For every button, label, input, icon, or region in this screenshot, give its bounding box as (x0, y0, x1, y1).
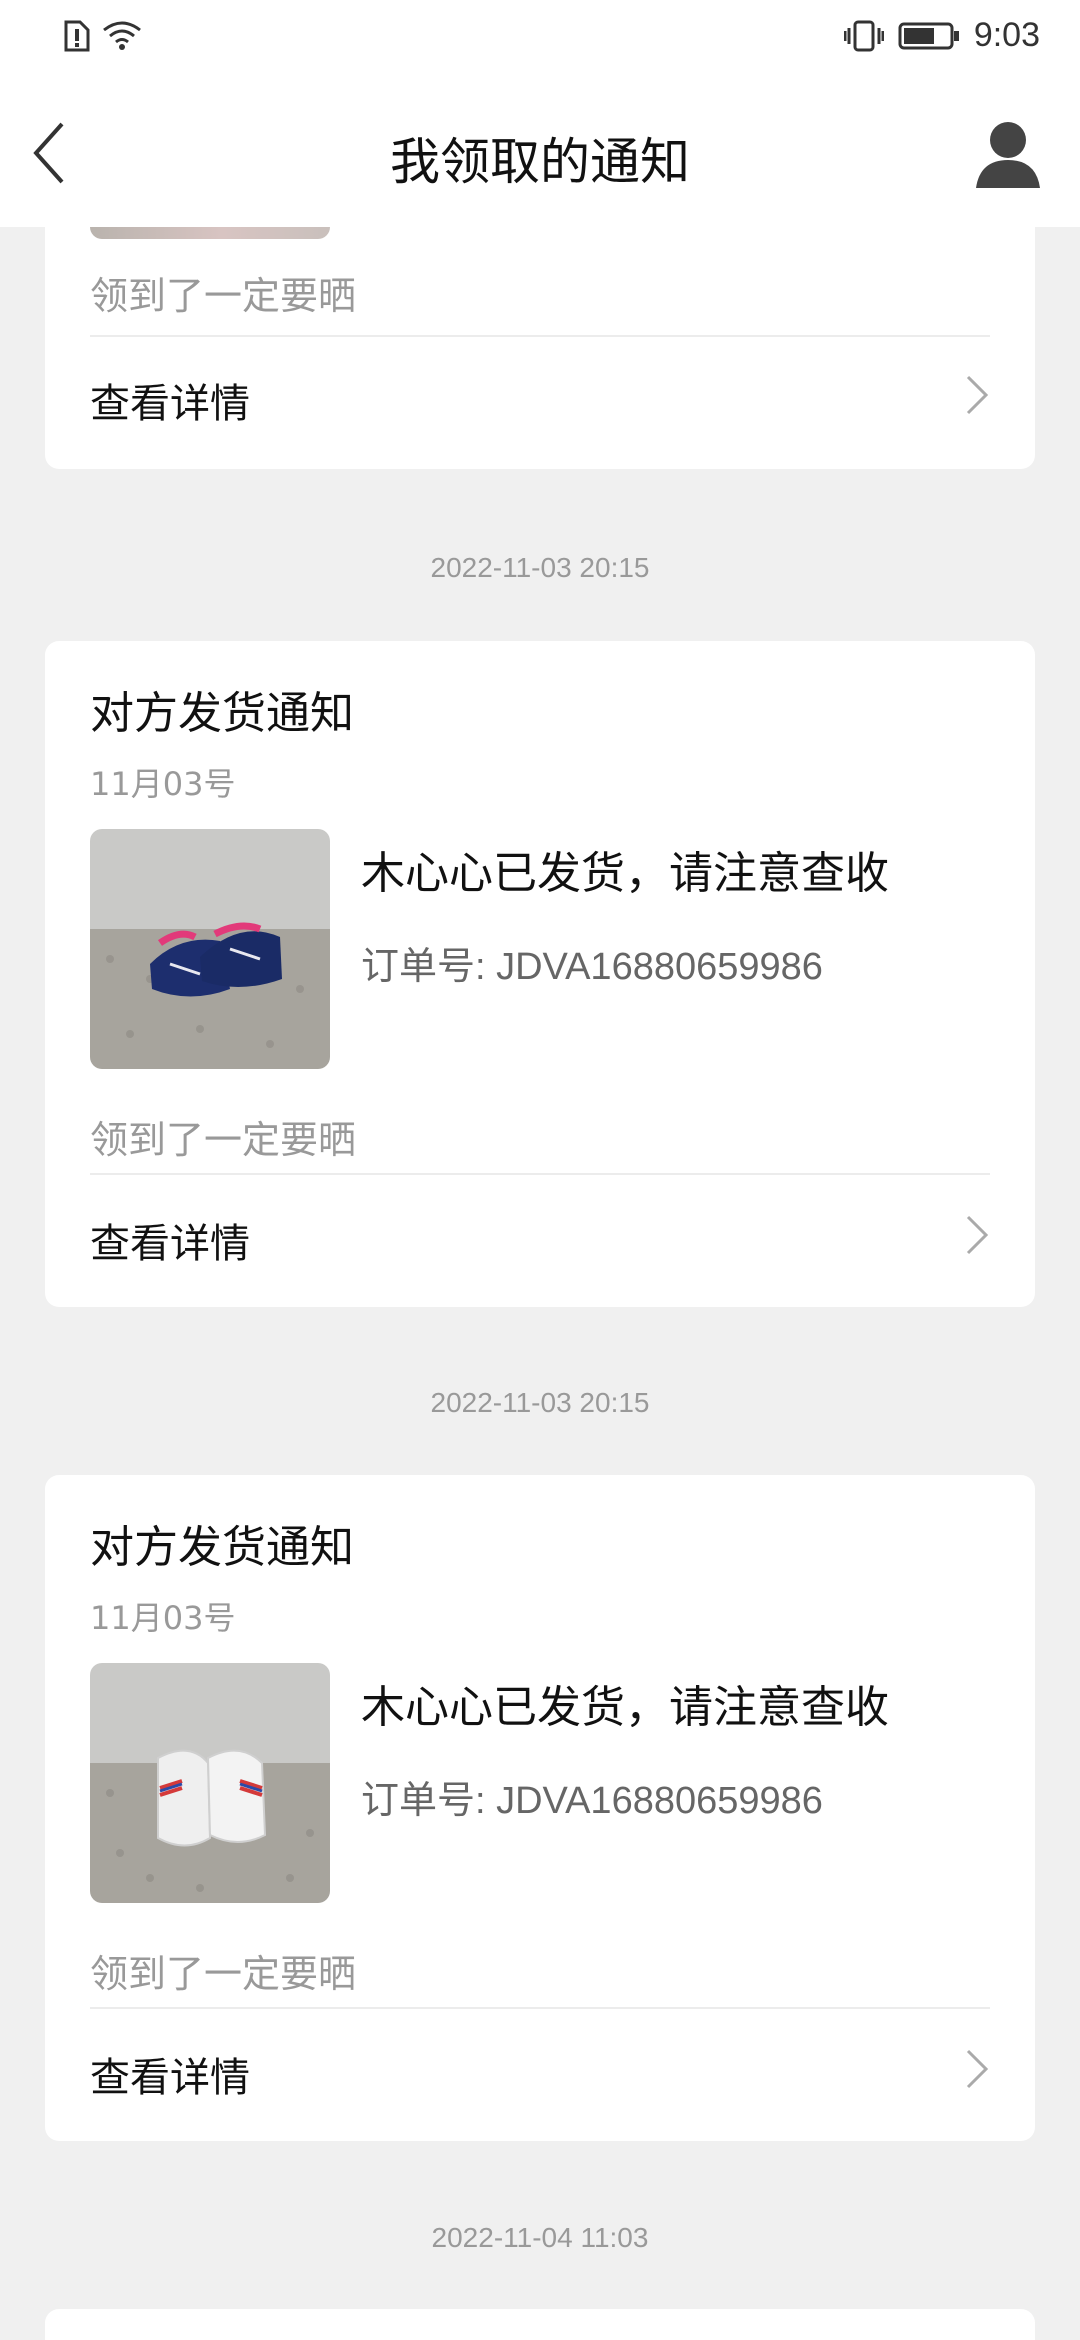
user-icon[interactable] (972, 118, 1044, 190)
battery-icon (898, 22, 959, 49)
status-time: 9:03 (973, 16, 1040, 54)
product-thumbnail[interactable] (90, 829, 330, 1069)
card-date: 11月03号 (90, 1599, 236, 1637)
page-title: 我领取的通知 (390, 133, 690, 191)
chevron-right-icon (966, 375, 989, 415)
product-thumbnail-partial[interactable] (90, 227, 330, 239)
card-date: 11月03号 (90, 765, 236, 803)
product-thumbnail[interactable] (90, 1663, 330, 1903)
card-note: 领到了一定要晒 (90, 1118, 357, 1162)
order-number: 订单号: JDVA16880659986 (361, 946, 823, 988)
alert-icon (64, 20, 90, 52)
view-details-button[interactable]: 查看详情 (90, 2045, 250, 2103)
chevron-right-icon (966, 2049, 989, 2089)
card-divider (90, 1173, 990, 1175)
header-bar: 我领取的通知 (0, 82, 1080, 227)
card-message: 木心心已发货，请注意查收 (361, 1682, 889, 1733)
notification-feed[interactable]: 领到了一定要晒 查看详情 2022-11-03 20:15 对方发货通知 11月… (0, 227, 1080, 2340)
card-message: 木心心已发货，请注意查收 (361, 848, 889, 899)
notification-card: 对方发货通知 11月03号 木心心已发货，请注意查收 订单号: JDVA1688… (45, 641, 1035, 1307)
vibrate-icon (843, 20, 884, 51)
wifi-icon (103, 21, 141, 50)
status-right-icons: 9:03 (843, 16, 1040, 55)
timestamp: 2022-11-03 20:15 (430, 1387, 650, 1418)
card-divider (90, 335, 990, 337)
status-left-icons (62, 20, 142, 52)
notification-card: 对方发货通知 11月03号 木心心已发货，请注意查收 订单号: JDVA1688… (45, 1475, 1035, 2141)
view-details-button[interactable]: 查看详情 (90, 371, 250, 429)
view-details-button[interactable]: 查看详情 (90, 1211, 250, 1269)
card-note: 领到了一定要晒 (90, 274, 357, 318)
card-title: 对方发货通知 (90, 1522, 354, 1573)
status-bar: 9:03 (0, 0, 1080, 82)
order-number: 订单号: JDVA16880659986 (361, 1780, 823, 1822)
timestamp: 2022-11-04 11:03 (431, 2222, 649, 2253)
notification-card-partial (45, 2309, 1035, 2340)
notification-card-partial: 领到了一定要晒 查看详情 (45, 227, 1035, 469)
timestamp: 2022-11-03 20:15 (430, 552, 650, 583)
card-note: 领到了一定要晒 (90, 1952, 357, 1996)
card-divider (90, 2007, 990, 2009)
card-title: 对方发货通知 (90, 688, 354, 739)
chevron-right-icon (966, 1215, 989, 1255)
